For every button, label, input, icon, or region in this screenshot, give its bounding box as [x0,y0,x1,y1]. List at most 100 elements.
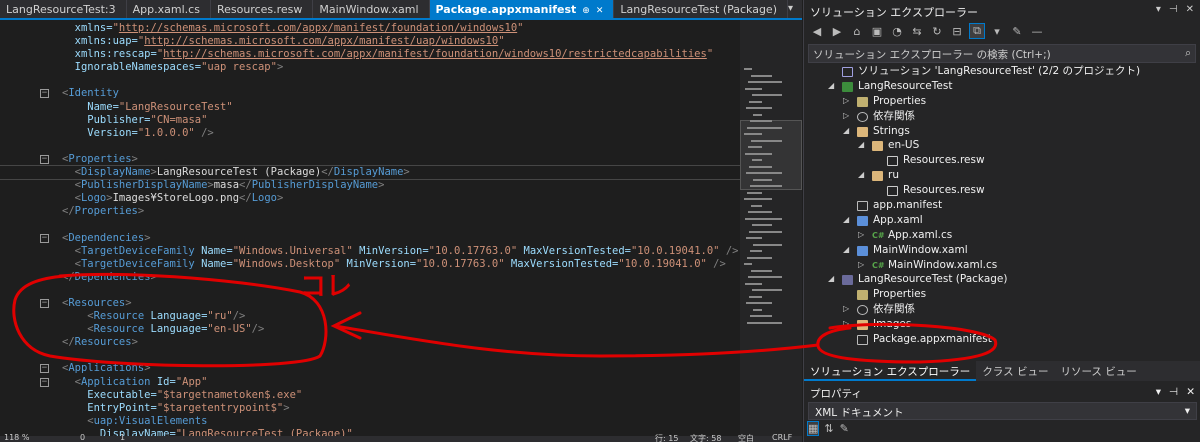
switch-views-icon[interactable]: ▣ [870,25,884,38]
code-line[interactable]: <TargetDeviceFamily Name="Windows.Univer… [0,245,740,258]
tree-node[interactable]: ◢ LangResourceTest [804,79,1200,94]
code-line[interactable]: <PublisherDisplayName>masa</PublisherDis… [0,179,740,192]
code-line[interactable] [0,74,740,87]
window-position-dropdown-icon[interactable]: ▾ [1156,4,1161,16]
back-icon[interactable]: ◀ [810,25,824,38]
bottom-tab-2[interactable]: リソース ビュー [1054,361,1142,381]
code-line[interactable]: Publisher="CN=masa" [0,114,740,127]
tab-3[interactable]: MainWindow.xaml [313,0,430,18]
more-icon[interactable]: — [1030,25,1044,38]
tab-list-dropdown-icon[interactable]: ▾ [788,3,793,18]
pin-icon[interactable]: ⊣ [1169,4,1178,16]
tree-node[interactable]: ◢ MainWindow.xaml [804,243,1200,258]
code-line[interactable]: Name="LangResourceTest" [0,101,740,114]
sync-active-document-icon[interactable]: ⇆ [910,25,924,38]
code-line[interactable]: Executable="$targetnametoken$.exe" [0,389,740,402]
tree-node[interactable]: ◢ Strings [804,124,1200,139]
code-line[interactable]: Version="1.0.0.0" /> [0,127,740,140]
expanded-arrow-icon[interactable]: ◢ [828,79,834,94]
refresh-icon[interactable]: ↻ [930,25,944,38]
tree-node[interactable]: ▷ Properties [804,94,1200,109]
properties-wrench-icon[interactable]: ✎ [1010,25,1024,38]
collapsed-arrow-icon[interactable]: ▷ [858,228,864,243]
code-line[interactable] [0,140,740,153]
pending-changes-filter-icon[interactable]: ◔ [890,25,904,38]
tree-node[interactable]: ▷ 依存関係 [804,302,1200,317]
code-line[interactable] [0,218,740,231]
expanded-arrow-icon[interactable]: ◢ [858,138,864,153]
expanded-arrow-icon[interactable]: ◢ [843,243,849,258]
code-line[interactable] [0,284,740,297]
code-line[interactable]: − <Dependencies> [0,232,740,245]
properties-pin-icon[interactable]: ⊣ [1169,386,1178,399]
tree-node[interactable]: Package.appxmanifest [804,332,1200,347]
code-line[interactable]: xmlns:rescap= "http://schemas.microsoft.c… [0,48,740,61]
code-line[interactable]: </Properties> [0,205,740,218]
code-line[interactable]: <uap:VisualElements [0,415,740,428]
expanded-arrow-icon[interactable]: ◢ [843,124,849,139]
pin-tab-icon[interactable]: ⊕ [582,6,590,16]
code-line[interactable]: EntryPoint="$targetentrypoint$"> [0,402,740,415]
tree-node[interactable]: ◢ en-US [804,138,1200,153]
properties-dropdown-icon[interactable]: ▾ [1156,386,1161,399]
code-line[interactable]: <Logo>Images¥StoreLogo.png</Logo> [0,192,740,205]
expanded-arrow-icon[interactable]: ◢ [843,213,849,228]
collapsed-arrow-icon[interactable]: ▷ [843,302,849,317]
close-icon[interactable]: ✕ [1186,4,1194,16]
line-ending-indicator[interactable]: CRLF [772,433,792,442]
tree-node[interactable]: ◢ ru [804,168,1200,183]
code-line[interactable]: <DisplayName>LangResourceTest (Package)<… [0,165,740,181]
tab-5[interactable]: LangResourceTest (Package) [614,0,788,18]
bottom-tab-1[interactable]: クラス ビュー [976,361,1054,381]
tab-4[interactable]: Package.appxmanifest ⊕ ✕ [429,0,615,18]
code-line[interactable]: </Dependencies> [0,271,740,284]
tree-node[interactable]: ◢ LangResourceTest (Package) [804,272,1200,287]
collapse-region-icon[interactable]: − [40,233,49,243]
collapsed-arrow-icon[interactable]: ▷ [858,258,864,273]
tree-node[interactable]: app.manifest [804,198,1200,213]
tree-node[interactable]: ソリューション 'LangResourceTest' (2/2 のプロジェクト) [804,64,1200,79]
code-line[interactable]: xmlns= "http://schemas.microsoft.com/appx… [0,22,740,35]
tree-node[interactable]: ▷ 依存関係 [804,109,1200,124]
collapsed-arrow-icon[interactable]: ▷ [843,94,849,109]
categorized-icon[interactable]: ▦ [806,421,820,436]
property-pages-icon[interactable]: ✎ [840,422,849,435]
collapse-region-icon[interactable]: − [40,154,49,164]
home-icon[interactable]: ⌂ [850,25,864,38]
code-line[interactable]: − <Application Id="App" [0,376,740,389]
zoom-level[interactable]: 118 % [4,433,29,442]
code-line[interactable] [0,349,740,362]
code-editor[interactable]: xmlns="http://schemas.microsoft.com/appx… [0,20,740,436]
code-line[interactable]: − <Properties> [0,153,740,166]
tree-node[interactable]: Resources.resw [804,183,1200,198]
collapsed-arrow-icon[interactable]: ▷ [843,109,849,124]
tab-2[interactable]: Resources.resw [211,0,314,18]
properties-close-icon[interactable]: ✕ [1186,386,1195,399]
preview-selected-icon[interactable]: ▾ [990,25,1004,38]
collapse-region-icon[interactable]: − [40,377,49,387]
tree-node[interactable]: ◢ App.xaml [804,213,1200,228]
warning-count[interactable]: 1 [120,433,125,442]
code-line[interactable]: <Resource Language="ru"/> [0,310,740,323]
code-line[interactable]: IgnorableNamespaces="uap rescap"> [0,61,740,74]
error-count[interactable]: 0 [80,433,85,442]
collapse-region-icon[interactable]: − [40,364,49,374]
editor-minimap-scrollbar[interactable] [740,20,802,436]
code-line[interactable]: − <Resources> [0,297,740,310]
collapse-region-icon[interactable]: − [40,89,49,99]
code-line[interactable]: xmlns:uap= "http://schemas.microsoft.com/… [0,35,740,48]
code-line[interactable]: <TargetDeviceFamily Name="Windows.Deskto… [0,258,740,271]
expanded-arrow-icon[interactable]: ◢ [828,272,834,287]
close-tab-icon[interactable]: ✕ [596,6,604,16]
collapse-all-icon[interactable]: ⊟ [950,25,964,38]
show-all-files-icon[interactable]: ⧉ [969,23,985,39]
search-icon[interactable]: ⌕ [1185,47,1191,60]
code-line[interactable]: <Resource Language="en-US"/> [0,323,740,336]
tree-node[interactable]: Properties [804,287,1200,302]
expanded-arrow-icon[interactable]: ◢ [858,168,864,183]
solution-explorer-search-input[interactable]: ソリューション エクスプローラー の検索 (Ctrl+;) ⌕ [808,44,1196,63]
tree-node[interactable]: ▷ C# App.xaml.cs [804,228,1200,243]
code-line[interactable]: − <Identity [0,87,740,100]
tree-node[interactable]: ▷ Images [804,317,1200,332]
bottom-tab-0[interactable]: ソリューション エクスプローラー [804,361,977,381]
